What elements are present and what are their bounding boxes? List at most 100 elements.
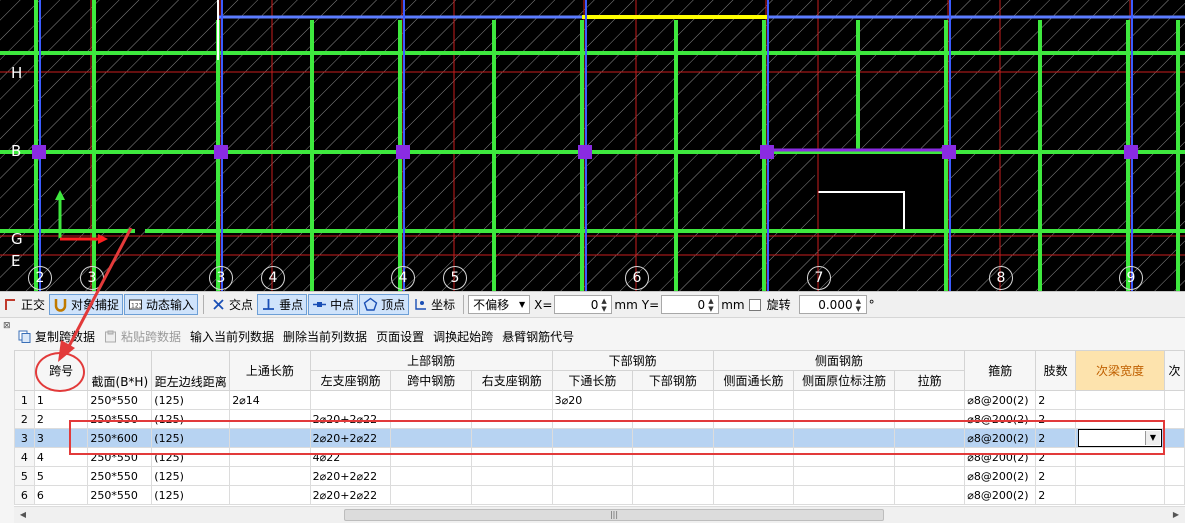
spinner-icon[interactable]: ▲ ▼: [708, 297, 716, 313]
table-cell-dist[interactable]: (125): [151, 447, 231, 467]
table-row[interactable]: 2 2 250*550 (125) 2⌀20+2⌀22 ⌀8@200(2) 2: [14, 409, 1185, 429]
table-row[interactable]: 3 3 250*600 (125) 2⌀20+2⌀22 ⌀8@200(2) 2 ▼: [14, 428, 1185, 448]
table-cell-side2[interactable]: [793, 428, 896, 448]
table-cell-side2[interactable]: [793, 466, 896, 486]
table-cell-legs[interactable]: 2: [1035, 485, 1076, 505]
table-cell-stirrup[interactable]: ⌀8@200(2): [964, 428, 1037, 448]
table-cell-btm[interactable]: [551, 485, 634, 505]
row-number[interactable]: 2: [14, 409, 35, 429]
table-cell-btm2[interactable]: [632, 447, 714, 467]
row-number[interactable]: 4: [14, 447, 35, 467]
table-cell-side2[interactable]: [793, 390, 896, 410]
header-right-support[interactable]: 右支座钢筋: [470, 370, 553, 391]
header-mid-span[interactable]: 跨中钢筋: [390, 370, 472, 391]
table-cell-dist[interactable]: (125): [151, 428, 231, 448]
table-cell-right[interactable]: [470, 485, 553, 505]
table-cell-side[interactable]: [712, 428, 795, 448]
header-span-no[interactable]: 跨号: [33, 350, 89, 391]
table-cell-tie[interactable]: [894, 447, 966, 467]
table-cell-mid[interactable]: [390, 390, 472, 410]
table-cell-legs[interactable]: 2: [1035, 409, 1076, 429]
table-cell-span[interactable]: 3: [33, 428, 89, 448]
table-cell-secondary-width[interactable]: [1074, 390, 1165, 410]
table-cell-btm2[interactable]: [632, 466, 714, 486]
table-cell-top[interactable]: [229, 409, 311, 429]
table-cell-top[interactable]: [229, 466, 311, 486]
table-cell-top[interactable]: [229, 428, 311, 448]
scroll-thumb[interactable]: |||: [344, 509, 884, 521]
table-row[interactable]: 4 4 250*550 (125) 4⌀22 ⌀8@200(2) 2: [14, 447, 1185, 467]
table-cell-span[interactable]: 4: [33, 447, 89, 467]
table-cell-secondary-width[interactable]: [1074, 447, 1165, 467]
scroll-right-icon[interactable]: ▶: [1169, 509, 1183, 521]
table-cell-stirrup[interactable]: ⌀8@200(2): [964, 485, 1037, 505]
input-column-button[interactable]: 输入当前列数据: [190, 328, 274, 345]
table-cell-tie[interactable]: [894, 466, 966, 486]
table-cell-section[interactable]: 250*550: [87, 485, 153, 505]
table-cell-dist[interactable]: (125): [151, 409, 231, 429]
delete-column-button[interactable]: 删除当前列数据: [283, 328, 367, 345]
table-cell-tie[interactable]: [894, 428, 966, 448]
table-cell-secondary-more[interactable]: [1163, 409, 1185, 429]
table-cell-legs[interactable]: 2: [1035, 447, 1076, 467]
header-tie[interactable]: 拉筋: [894, 370, 966, 391]
table-cell-btm2[interactable]: [632, 390, 714, 410]
spinner-icon[interactable]: ▲ ▼: [601, 297, 609, 313]
header-legs[interactable]: 肢数: [1035, 350, 1076, 391]
table-cell-side[interactable]: [712, 409, 795, 429]
table-cell-span[interactable]: 2: [33, 409, 89, 429]
cad-drawing-canvas[interactable]: H B G E 2 3 3 4 4 5 6 7 8 9: [0, 0, 1185, 291]
table-row[interactable]: 1 1 250*550 (125) 2⌀14 3⌀20 ⌀8@200(2) 2: [14, 390, 1185, 410]
table-cell-btm2[interactable]: [632, 428, 714, 448]
vertex-snap[interactable]: 顶点: [359, 294, 410, 315]
table-cell-legs[interactable]: 2: [1035, 390, 1076, 410]
table-cell-side2[interactable]: [793, 447, 896, 467]
table-cell-legs[interactable]: 2: [1035, 466, 1076, 486]
table-cell-section[interactable]: 250*550: [87, 447, 153, 467]
table-cell-section[interactable]: 250*550: [87, 390, 153, 410]
chevron-down-icon[interactable]: ▼: [1144, 431, 1160, 445]
table-cell-secondary-more[interactable]: [1163, 428, 1185, 448]
table-cell-secondary-width[interactable]: ▼: [1074, 428, 1165, 448]
table-cell-left[interactable]: 2⌀20+2⌀22: [309, 428, 392, 448]
table-cell-mid[interactable]: [390, 466, 472, 486]
pin-icon[interactable]: ⊠: [3, 322, 13, 332]
table-cell-left[interactable]: [309, 390, 392, 410]
table-cell-mid[interactable]: [390, 485, 472, 505]
cantilever-code-button[interactable]: 悬臂钢筋代号: [502, 328, 574, 345]
table-cell-right[interactable]: [470, 428, 553, 448]
scroll-left-icon[interactable]: ◀: [16, 509, 30, 521]
table-cell-section[interactable]: 250*550: [87, 409, 153, 429]
dynamic-input-toggle[interactable]: 123 动态输入: [124, 294, 199, 315]
table-cell-top[interactable]: 2⌀14: [229, 390, 311, 410]
table-cell-btm[interactable]: [551, 466, 634, 486]
table-cell-left[interactable]: 2⌀20+2⌀22: [309, 409, 392, 429]
copy-span-button[interactable]: 复制跨数据: [18, 328, 95, 345]
table-cell-btm[interactable]: [551, 428, 634, 448]
table-cell-section[interactable]: 250*600: [87, 428, 153, 448]
header-stirrup[interactable]: 箍筋: [964, 350, 1037, 391]
table-cell-top[interactable]: [229, 447, 311, 467]
table-cell-tie[interactable]: [894, 485, 966, 505]
header-left-support[interactable]: 左支座钢筋: [309, 370, 392, 391]
table-cell-span[interactable]: 5: [33, 466, 89, 486]
table-cell-side[interactable]: [712, 390, 795, 410]
y-offset-input[interactable]: 0 ▲ ▼: [661, 295, 720, 314]
table-cell-tie[interactable]: [894, 390, 966, 410]
table-cell-secondary-width[interactable]: [1074, 409, 1165, 429]
table-cell-tie[interactable]: [894, 409, 966, 429]
spinner-icon[interactable]: ▲ ▼: [856, 297, 864, 313]
header-secondary-more[interactable]: 次: [1163, 350, 1185, 391]
row-number[interactable]: 6: [14, 485, 35, 505]
header-edge-distance[interactable]: 距左边线距离: [151, 350, 231, 391]
row-number[interactable]: 5: [14, 466, 35, 486]
horizontal-scrollbar[interactable]: ◀ ||| ▶: [14, 506, 1185, 523]
rotate-angle-input[interactable]: 0.000 ▲ ▼: [798, 295, 867, 314]
table-cell-side[interactable]: [712, 466, 795, 486]
perpendicular-snap[interactable]: 垂点: [257, 294, 308, 315]
table-cell-left[interactable]: 2⌀20+2⌀22: [309, 466, 392, 486]
table-cell-span[interactable]: 1: [33, 390, 89, 410]
table-cell-btm[interactable]: [551, 447, 634, 467]
secondary-width-dropdown[interactable]: ▼: [1077, 429, 1162, 447]
table-cell-right[interactable]: [470, 466, 553, 486]
